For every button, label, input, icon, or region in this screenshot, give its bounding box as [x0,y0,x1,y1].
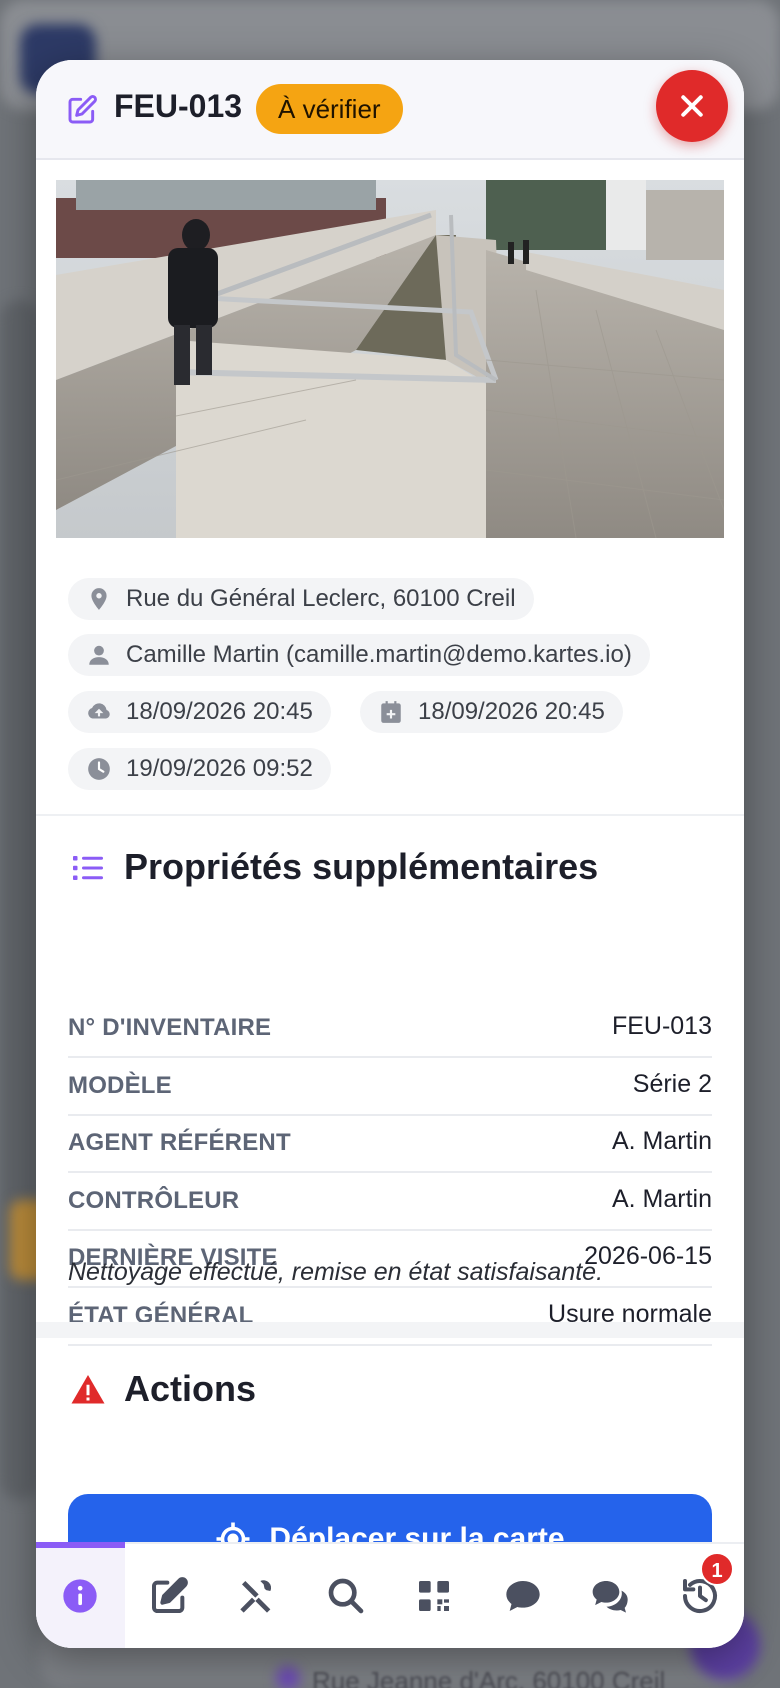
address-text: Rue du Général Leclerc, 60100 Creil [126,585,516,612]
location-pin-icon [91,588,107,610]
updated-text: 19/09/2026 09:52 [126,755,313,782]
property-value: A. Martin [611,1184,712,1213]
edit-icon [151,1577,188,1613]
tab-history[interactable]: 1 [656,1544,745,1648]
property-row: AGENT RÉFÉRENT A. Martin [68,1117,712,1173]
tools-icon [240,1580,272,1613]
properties-title: Propriétés supplémentaires [124,846,599,887]
user-chip: Camille Martin (camille.martin@demo.kart… [68,634,650,676]
comments-icon [592,1581,628,1613]
property-row: CONTRÔLEUR A. Martin [68,1175,712,1231]
background-list-item-text: Rue Jeanne d'Arc, 60100 Creil [312,1666,666,1688]
property-label: MODÈLE [68,1071,172,1099]
address-chip: Rue du Général Leclerc, 60100 Creil [68,578,534,620]
qr-code-icon [419,1581,450,1611]
modal-header: FEU-013 À vérifier [36,60,744,160]
background-list-dot [276,1666,300,1688]
actions-title: Actions [124,1368,257,1409]
created-chip: 18/09/2026 20:45 [360,691,623,733]
feature-photo[interactable] [56,180,724,538]
property-label: AGENT RÉFÉRENT [68,1129,291,1156]
section-separator [36,1322,744,1338]
uploaded-text: 18/09/2026 20:45 [126,698,313,725]
tab-edit[interactable] [125,1544,214,1648]
edit-icon [68,95,97,124]
user-icon [89,645,109,665]
clock-icon [88,758,110,780]
modal-content[interactable]: Rue du Général Leclerc, 60100 Creil Cami… [36,160,744,1602]
background-list [0,300,40,1500]
property-label: N° D'INVENTAIRE [68,1014,272,1041]
property-label: CONTRÔLEUR [68,1186,240,1214]
created-text: 18/09/2026 20:45 [418,698,605,725]
property-value: A. Martin [611,1127,712,1155]
property-value: FEU-013 [611,1012,712,1040]
comment-icon [506,1581,540,1611]
user-text: Camille Martin (camille.martin@demo.kart… [126,641,632,668]
tab-comments[interactable] [567,1544,656,1648]
info-icon [63,1579,97,1613]
tab-qr-code[interactable] [390,1544,479,1648]
close-button[interactable] [656,70,728,142]
list-icon [73,856,103,880]
photo-image [56,180,724,538]
updated-chip: 19/09/2026 09:52 [68,748,331,790]
divider [36,814,744,816]
history-badge: 1 [700,1552,734,1586]
status-badge: À vérifier [256,84,403,134]
close-icon [681,95,703,117]
properties-note: Nettoyage effectué, remise en état satis… [68,1258,604,1286]
property-value: Série 2 [632,1069,712,1098]
feature-id-title: FEU-013 [114,88,243,124]
cloud-upload-icon [88,703,110,719]
property-value: 2026-06-15 [584,1242,712,1270]
bottom-tab-bar: 1 [36,1542,744,1648]
calendar-add-icon [381,701,401,723]
tab-search[interactable] [302,1544,391,1648]
tab-info[interactable] [36,1542,125,1648]
feature-detail-modal: FEU-013 À vérifier Rue du Général Lecler… [36,60,744,1648]
warning-icon [71,1375,105,1404]
uploaded-chip: 18/09/2026 20:45 [68,691,331,733]
search-icon [328,1578,364,1614]
property-row: N° D'INVENTAIRE FEU-013 [68,1002,712,1058]
tab-comment[interactable] [479,1544,568,1648]
tab-tools[interactable] [213,1544,302,1648]
property-row: MODÈLE Série 2 [68,1060,712,1116]
